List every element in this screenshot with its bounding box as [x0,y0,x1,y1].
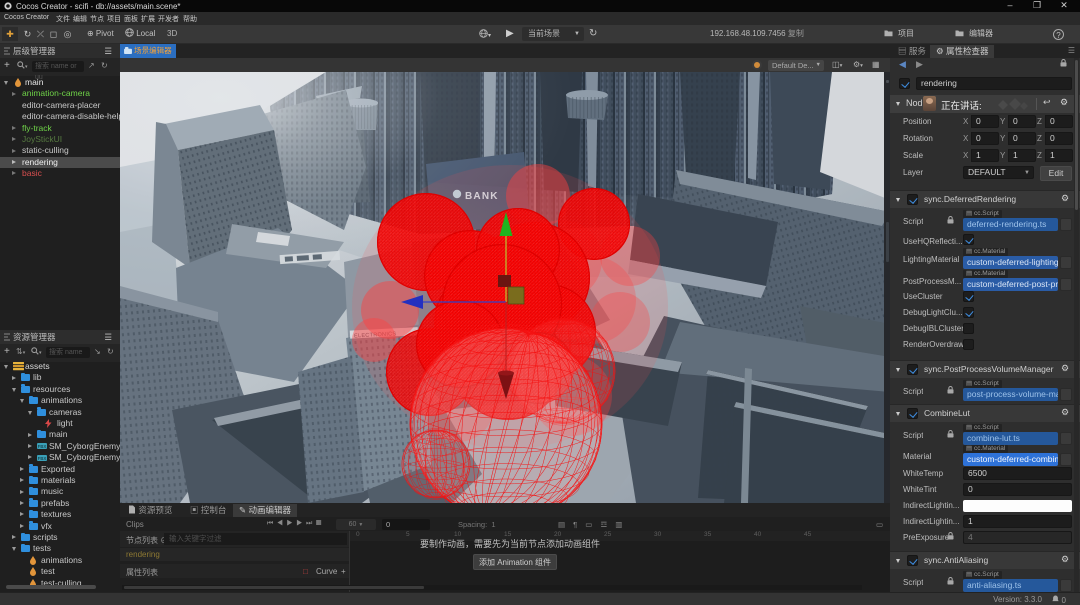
svg-text:FBX: FBX [38,444,47,449]
svg-text:FBX: FBX [38,455,47,460]
